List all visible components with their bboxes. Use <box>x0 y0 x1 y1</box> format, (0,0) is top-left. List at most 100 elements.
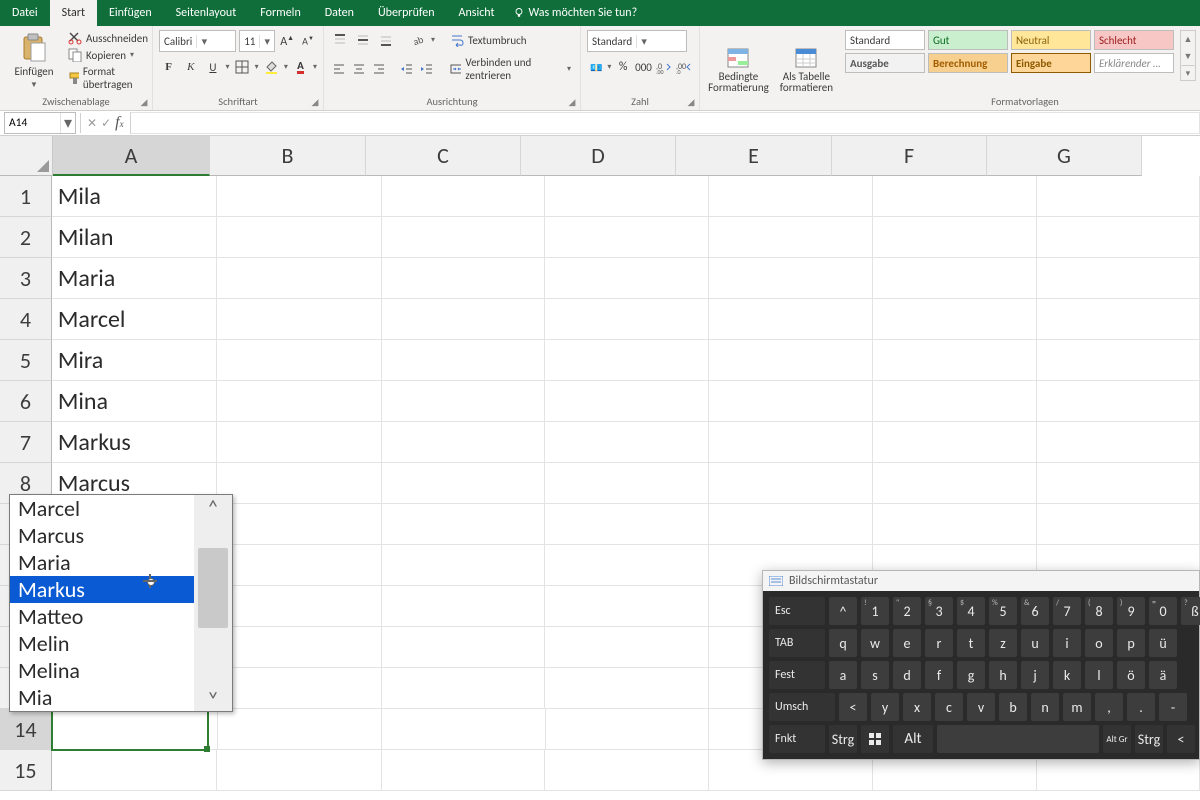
osk-key[interactable]: ü <box>1149 629 1177 657</box>
row-header[interactable]: 14 <box>0 709 53 750</box>
osk-key[interactable]: y <box>871 693 899 721</box>
cell-C3[interactable] <box>382 258 545 299</box>
osk-key[interactable]: b <box>999 693 1027 721</box>
column-header-C[interactable]: C <box>366 136 521 176</box>
bold-button[interactable]: F <box>159 57 178 77</box>
cell-C15[interactable] <box>382 750 545 791</box>
tab-formeln[interactable]: Formeln <box>248 0 312 26</box>
cell-D8[interactable] <box>545 463 708 504</box>
osk-key[interactable]: w <box>861 629 889 657</box>
osk-key[interactable]: m <box>1063 693 1091 721</box>
osk-key[interactable]: t <box>957 629 985 657</box>
column-header-G[interactable]: G <box>987 136 1142 176</box>
increase-indent-button[interactable] <box>418 59 435 79</box>
cell-F6[interactable] <box>873 381 1036 422</box>
row-header[interactable]: 3 <box>0 258 52 299</box>
tab-datei[interactable]: Datei <box>0 0 50 26</box>
row-header[interactable]: 1 <box>0 176 52 217</box>
cell-B15[interactable] <box>217 750 381 791</box>
cell-E2[interactable] <box>709 217 873 258</box>
cell-styles-gallery[interactable]: Standard Gut Neutral Schlecht Ausgabe Be… <box>845 30 1174 73</box>
cell-D2[interactable] <box>545 217 708 258</box>
osk-key[interactable]: Fnkt <box>769 725 825 753</box>
osk-key[interactable]: (8 <box>1085 597 1113 625</box>
osk-key[interactable]: /7 <box>1053 597 1081 625</box>
tab-seitenlayout[interactable]: Seitenlayout <box>164 0 249 26</box>
fx-icon[interactable]: fx <box>115 114 123 132</box>
cell-E7[interactable] <box>709 422 873 463</box>
align-bottom-button[interactable] <box>376 30 396 50</box>
cell-C6[interactable] <box>382 381 545 422</box>
row-header[interactable]: 5 <box>0 340 52 381</box>
cell-E1[interactable] <box>709 176 873 217</box>
cell-B2[interactable] <box>217 217 381 258</box>
osk-key[interactable]: "2 <box>893 597 921 625</box>
autocomplete-scrollbar[interactable]: ˄ ˅ <box>194 495 232 711</box>
column-header-B[interactable]: B <box>210 136 366 176</box>
cell-C9[interactable] <box>382 504 545 545</box>
cell-B14[interactable] <box>218 709 382 750</box>
cell-A7[interactable]: Markus <box>52 422 217 463</box>
osk-titlebar[interactable]: Bildschirmtastatur <box>763 571 1199 591</box>
osk-key[interactable]: n <box>1031 693 1059 721</box>
cell-D15[interactable] <box>545 750 708 791</box>
cell-E8[interactable] <box>709 463 873 504</box>
cell-G3[interactable] <box>1037 258 1200 299</box>
dialog-launcher-alignment[interactable]: ◢ <box>566 96 578 108</box>
osk-key[interactable]: ö <box>1117 661 1145 689</box>
style-ausgabe[interactable]: Ausgabe <box>845 53 925 73</box>
osk-key[interactable]: i <box>1053 629 1081 657</box>
tab-ansicht[interactable]: Ansicht <box>447 0 507 26</box>
cell-A5[interactable]: Mira <box>52 340 217 381</box>
osk-key-windows[interactable] <box>861 725 889 753</box>
cell-B8[interactable] <box>217 463 381 504</box>
osk-key[interactable]: f <box>925 661 953 689</box>
osk-key-space[interactable] <box>937 725 1099 753</box>
format-as-table-button[interactable]: Als Tabelle formatieren <box>774 45 839 95</box>
cell-D13[interactable] <box>545 668 708 709</box>
osk-key[interactable]: ä <box>1149 661 1177 689</box>
borders-button[interactable] <box>232 57 251 77</box>
dialog-launcher-clipboard[interactable]: ◢ <box>138 96 150 108</box>
cell-G8[interactable] <box>1037 463 1200 504</box>
accept-formula-icon[interactable]: ✓ <box>101 116 111 131</box>
column-header-D[interactable]: D <box>521 136 676 176</box>
cell-B7[interactable] <box>217 422 381 463</box>
paste-button[interactable]: Einfügen ▼ <box>6 31 62 92</box>
cell-B4[interactable] <box>217 299 381 340</box>
cell-B11[interactable] <box>217 586 381 627</box>
name-box[interactable]: A14 ▾ <box>4 112 76 134</box>
align-left-button[interactable] <box>330 59 347 79</box>
osk-key[interactable]: v <box>967 693 995 721</box>
font-color-button[interactable]: A <box>291 57 310 77</box>
cell-D9[interactable] <box>545 504 708 545</box>
align-middle-button[interactable] <box>353 30 373 50</box>
underline-button[interactable]: U <box>203 57 222 77</box>
cell-E4[interactable] <box>709 299 873 340</box>
style-gut[interactable]: Gut <box>928 30 1008 50</box>
align-top-button[interactable] <box>330 30 350 50</box>
decrease-decimal-button[interactable]: ,00,0 <box>676 57 693 77</box>
osk-key[interactable]: ^ <box>829 597 857 625</box>
cell-F2[interactable] <box>873 217 1036 258</box>
cell-C2[interactable] <box>382 217 545 258</box>
font-name-combo[interactable]: Calibri▾ <box>159 30 236 52</box>
align-center-button[interactable] <box>350 59 367 79</box>
column-header-A[interactable]: A <box>53 136 210 176</box>
cell-D10[interactable] <box>545 545 708 586</box>
osk-key[interactable]: TAB <box>769 629 825 657</box>
row-header[interactable]: 6 <box>0 381 52 422</box>
decrease-indent-button[interactable] <box>398 59 415 79</box>
cell-B1[interactable] <box>217 176 381 217</box>
format-painter-button[interactable]: Format übertragen <box>65 64 151 92</box>
wrap-text-button[interactable]: Textumbruch <box>447 32 530 48</box>
merge-center-button[interactable]: Verbinden und zentrieren▾ <box>447 55 574 83</box>
dialog-launcher-number[interactable]: ◢ <box>685 96 697 108</box>
styles-more-button[interactable]: ▾ <box>1181 65 1195 80</box>
cell-F1[interactable] <box>873 176 1036 217</box>
osk-key[interactable]: l <box>1085 661 1113 689</box>
osk-key[interactable]: Esc <box>769 597 825 625</box>
osk-key[interactable]: j <box>1021 661 1049 689</box>
cell-D14[interactable] <box>546 709 709 750</box>
cell-A6[interactable]: Mina <box>52 381 217 422</box>
